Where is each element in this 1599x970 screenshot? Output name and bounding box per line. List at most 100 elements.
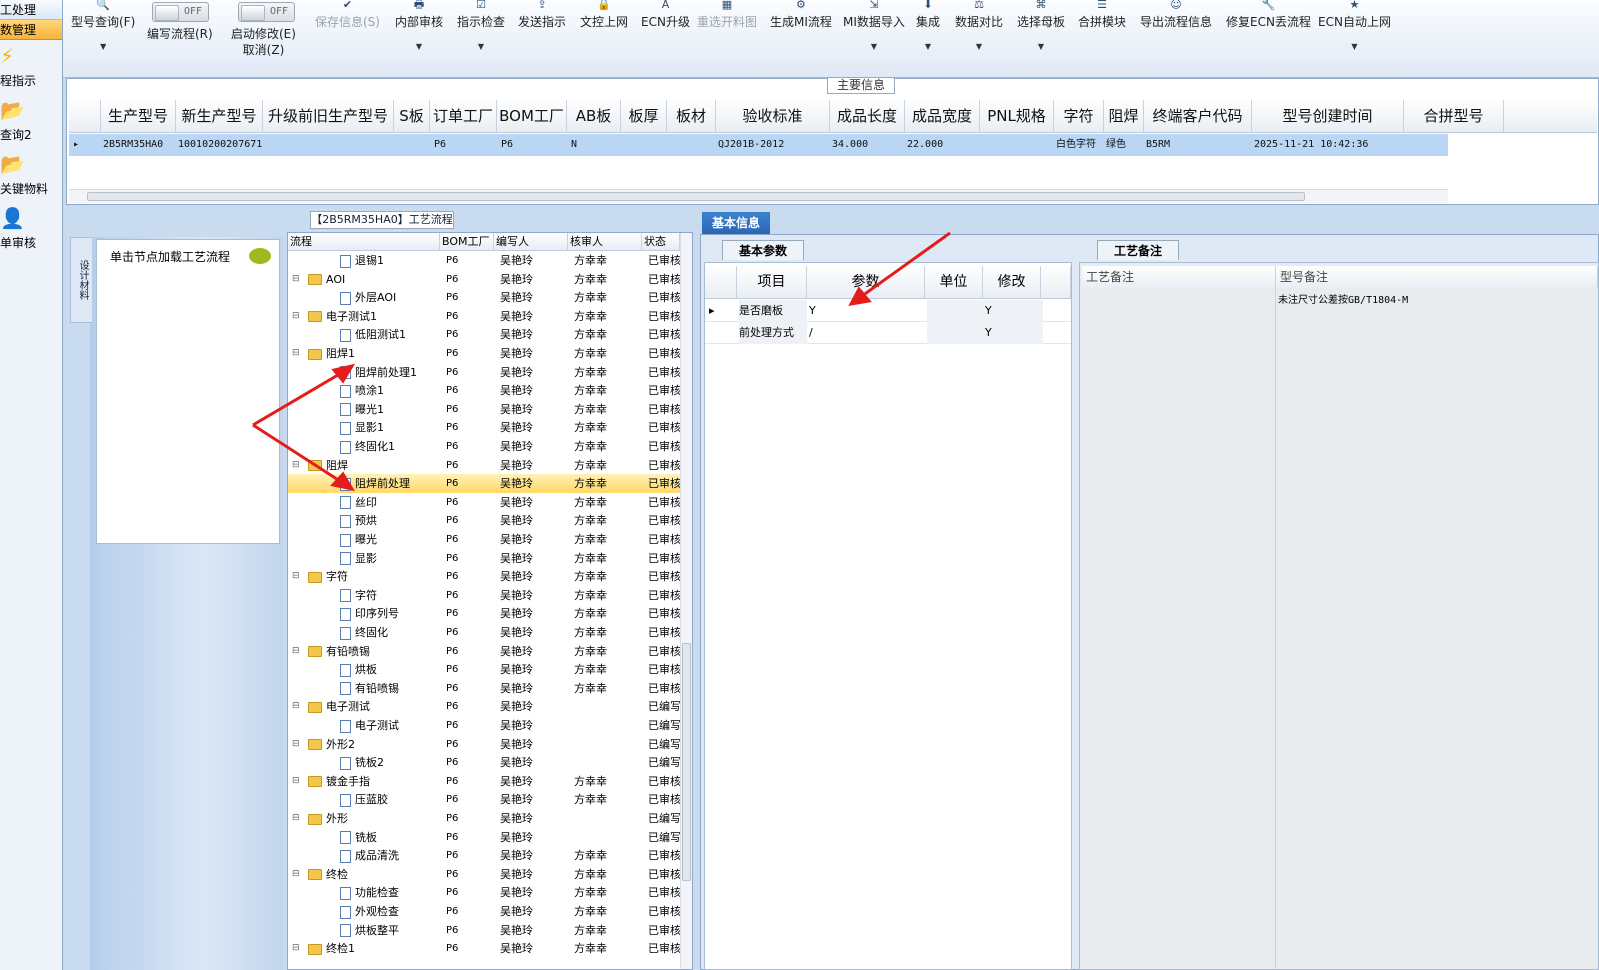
collapse-icon[interactable]: ⊟ (292, 307, 300, 326)
params-cell[interactable]: 是否磨板 (739, 300, 807, 322)
collapse-icon[interactable]: ⊟ (292, 697, 300, 716)
tree-node[interactable]: ⊟ 阻焊1 P6 吴艳玲 方幸幸 已审核 (288, 344, 681, 363)
table-cell[interactable]: 34.000 (832, 134, 905, 156)
instruction-check-button[interactable]: ☑ 指示检查 ▼ (457, 0, 505, 51)
tree-node[interactable]: ⊟ 电子测试 P6 吴艳玲 已编写 (288, 697, 681, 716)
table-row[interactable]: ▸ 2B5RM35HA0 10010200207671 P6 P6 N QJ201B-201… (69, 134, 1448, 156)
table-cell[interactable]: 绿色 (1106, 134, 1144, 156)
tree-column-header[interactable]: 流程 (288, 233, 440, 251)
nav-item-query2[interactable]: 📂 查询2 (0, 94, 62, 148)
horizontal-scrollbar[interactable] (69, 189, 1448, 203)
send-instruction-button[interactable]: ⇪ 发送指示 (518, 0, 566, 30)
params-cell[interactable]: / (809, 322, 925, 344)
tree-node[interactable]: 终固化1 P6 吴艳玲 方幸幸 已审核 (288, 437, 681, 456)
nav-item-process-guide[interactable]: ⚡ 程指示 (0, 40, 62, 94)
tab-basic-params[interactable]: 基本参数 (722, 240, 804, 260)
column-header[interactable]: 验收标准 (716, 100, 830, 133)
doc-control-online-button[interactable]: 🔒 文控上网 (580, 0, 628, 30)
chevron-down-icon[interactable]: ▼ (1017, 42, 1065, 51)
tree-node[interactable]: 铣板2 P6 吴艳玲 已编写 (288, 753, 681, 772)
tree-node[interactable]: 字符 P6 吴艳玲 方幸幸 已审核 (288, 586, 681, 605)
collapse-icon[interactable]: ⊟ (292, 772, 300, 791)
chevron-down-icon[interactable]: ▼ (843, 42, 905, 51)
table-cell[interactable] (982, 134, 1054, 156)
params-column-header[interactable] (1041, 266, 1071, 299)
design-material-tab[interactable]: 设计材料 (70, 237, 92, 323)
table-row[interactable]: 前处理方式 / Y (705, 322, 1071, 344)
column-header[interactable]: 订单工厂 (430, 100, 497, 133)
tree-node[interactable]: 有铅喷锡 P6 吴艳玲 方幸幸 已审核 (288, 679, 681, 698)
tree-node[interactable]: 显影1 P6 吴艳玲 方幸幸 已审核 (288, 418, 681, 437)
column-header[interactable]: BOM工厂 (497, 100, 567, 133)
tree-node[interactable]: 阻焊前处理 P6 吴艳玲 方幸幸 已审核 (288, 474, 681, 494)
nav-header-management[interactable]: 数管理 (0, 20, 62, 40)
tree-node[interactable]: 显影 P6 吴艳玲 方幸幸 已审核 (288, 549, 681, 568)
params-cell[interactable]: 前处理方式 (739, 322, 807, 344)
tree-node[interactable]: ⊟ 阻焊 P6 吴艳玲 方幸幸 已审核 (288, 456, 681, 475)
horizontal-splitter[interactable] (63, 205, 1599, 212)
tree-column-header[interactable]: 编写人 (494, 233, 568, 251)
column-header[interactable]: S板 (394, 100, 430, 133)
save-info-button[interactable]: ✔ 保存信息(S) (315, 0, 380, 30)
table-cell[interactable] (623, 134, 667, 156)
tab-process-notes[interactable]: 工艺备注 (1097, 240, 1179, 260)
table-cell[interactable]: P6 (499, 134, 567, 156)
model-query-button[interactable]: 🔍 型号查询(F) ▼ (71, 0, 135, 51)
tree-node[interactable]: ⊟ 字符 P6 吴艳玲 方幸幸 已审核 (288, 567, 681, 586)
generate-mi-flow-button[interactable]: ⚙ 生成MI流程 (770, 0, 832, 30)
tree-node[interactable]: 外观检查 P6 吴艳玲 方幸幸 已审核 (288, 902, 681, 921)
tree-node[interactable]: 丝印 P6 吴艳玲 方幸幸 已审核 (288, 493, 681, 512)
tree-node[interactable]: 印序列号 P6 吴艳玲 方幸幸 已审核 (288, 604, 681, 623)
column-header[interactable]: 新生产型号 (176, 100, 263, 133)
tab-basic-info[interactable]: 基本信息 (702, 212, 770, 234)
scrollbar-thumb[interactable] (87, 192, 1305, 201)
column-header[interactable]: 字符 (1054, 100, 1104, 133)
nav-item-key-material[interactable]: 📂 关键物料 (0, 148, 62, 202)
tree-node[interactable]: ⊟ 外形2 P6 吴艳玲 已编写 (288, 735, 681, 754)
collapse-icon[interactable]: ⊟ (292, 939, 300, 958)
tree-node[interactable]: ⊟ 外形 P6 吴艳玲 已编写 (288, 809, 681, 828)
column-header[interactable]: 终端客户代码 (1144, 100, 1252, 133)
tree-node[interactable]: 铣板 P6 吴艳玲 已编写 (288, 828, 681, 847)
tree-column-header[interactable]: 核审人 (568, 233, 642, 251)
tree-node[interactable]: 烘板 P6 吴艳玲 方幸幸 已审核 (288, 660, 681, 679)
column-header[interactable]: 生产型号 (101, 100, 176, 133)
reselect-cutting-button[interactable]: ▦ 重选开料图 (697, 0, 757, 30)
column-header[interactable]: 板厚 (621, 100, 667, 133)
table-cell[interactable] (265, 134, 394, 156)
start-modify-toggle[interactable]: OFF (238, 2, 295, 22)
chevron-down-icon[interactable]: ▼ (457, 42, 505, 51)
tree-node[interactable]: 电子测试 P6 吴艳玲 已编写 (288, 716, 681, 735)
model-notes-value[interactable]: 未注尺寸公差按GB/T1804-M (1278, 291, 1408, 306)
table-cell[interactable]: P6 (432, 134, 497, 156)
mi-data-import-button[interactable]: ⇲ MI数据导入 ▼ (843, 0, 905, 51)
collapse-icon[interactable]: ⊟ (292, 456, 300, 475)
table-cell[interactable]: B5RM (1146, 134, 1252, 156)
chevron-down-icon[interactable]: ▼ (71, 42, 135, 51)
process-notes-field[interactable] (1082, 289, 1276, 969)
select-mother-board-button[interactable]: ⌘ 选择母板 ▼ (1017, 0, 1065, 51)
table-cell[interactable] (669, 134, 716, 156)
collapse-icon[interactable]: ⊟ (292, 270, 300, 289)
tree-node[interactable]: 压蓝胶 P6 吴艳玲 方幸幸 已审核 (288, 790, 681, 809)
tree-node[interactable]: ⊟ 电子测试1 P6 吴艳玲 方幸幸 已审核 (288, 307, 681, 326)
tree-node[interactable]: 阻焊前处理1 P6 吴艳玲 方幸幸 已审核 (288, 363, 681, 382)
column-header[interactable]: 成品长度 (830, 100, 905, 133)
tree-node[interactable]: ⊟ 终检 P6 吴艳玲 方幸幸 已审核 (288, 865, 681, 884)
collapse-icon[interactable]: ⊟ (292, 567, 300, 586)
collapse-icon[interactable]: ⊟ (292, 344, 300, 363)
collapse-icon[interactable]: ⊟ (292, 642, 300, 661)
table-cell[interactable]: 2B5RM35HA0 (103, 134, 176, 156)
ecn-upgrade-button[interactable]: A ECN升级 (641, 0, 690, 30)
params-column-header[interactable] (705, 266, 737, 299)
tree-node[interactable]: 成品清洗 P6 吴艳玲 方幸幸 已审核 (288, 846, 681, 865)
column-header[interactable]: AB板 (567, 100, 621, 133)
chevron-down-icon[interactable]: ▼ (955, 42, 1003, 51)
table-cell[interactable]: 22.000 (907, 134, 980, 156)
nav-header-process[interactable]: 工处理 (0, 0, 62, 20)
table-row[interactable]: ▸ 是否磨板 Y Y (705, 300, 1071, 322)
tree-node[interactable]: 烘板整平 P6 吴艳玲 方幸幸 已审核 (288, 921, 681, 940)
table-cell[interactable]: N (569, 134, 621, 156)
vertical-scrollbar[interactable] (680, 233, 692, 969)
tree-node[interactable]: 外层AOI P6 吴艳玲 方幸幸 已审核 (288, 288, 681, 307)
